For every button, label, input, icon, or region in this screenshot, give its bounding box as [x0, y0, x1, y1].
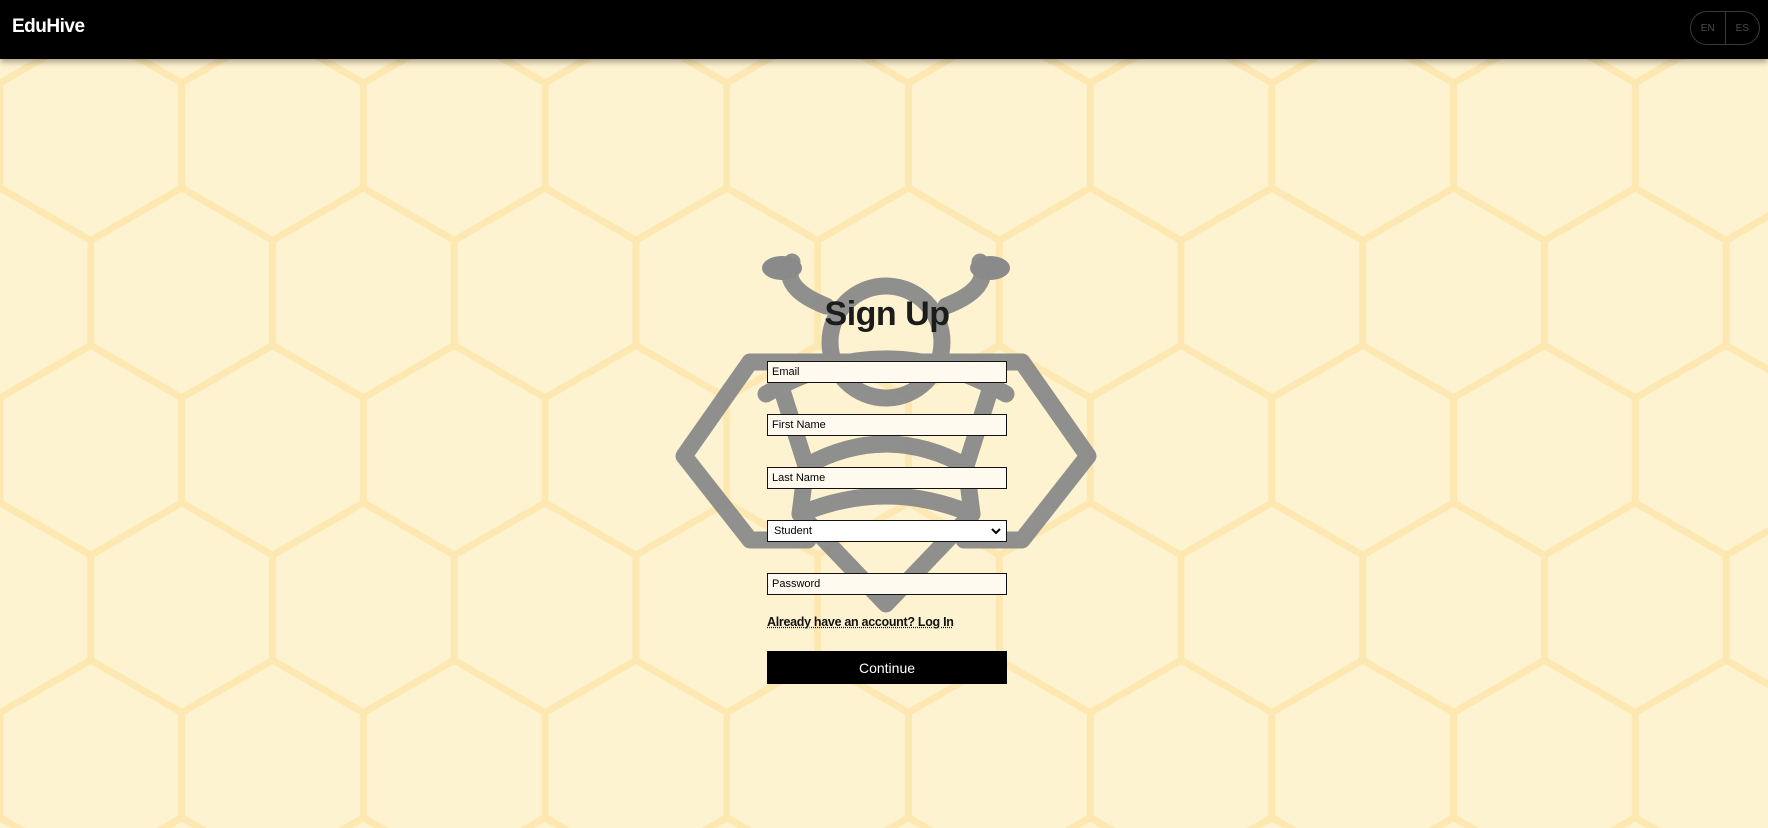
last-name-field[interactable] [767, 467, 1007, 489]
brand-logo[interactable]: EduHive [12, 16, 85, 38]
email-field[interactable] [767, 361, 1007, 383]
language-switcher: EN ES [1690, 11, 1760, 45]
first-name-field[interactable] [767, 414, 1007, 436]
language-en-button[interactable]: EN [1691, 12, 1725, 44]
page-title: Sign Up [824, 295, 950, 333]
language-es-button[interactable]: ES [1724, 12, 1760, 44]
password-field[interactable] [767, 573, 1007, 595]
role-select[interactable]: Student [767, 520, 1007, 542]
login-link[interactable]: Already have an account? Log In [767, 615, 954, 629]
top-navigation-bar: EduHive EN ES [0, 0, 1768, 59]
continue-button[interactable]: Continue [767, 651, 1007, 684]
page-background: Sign Up Student Already have an account?… [0, 59, 1768, 828]
